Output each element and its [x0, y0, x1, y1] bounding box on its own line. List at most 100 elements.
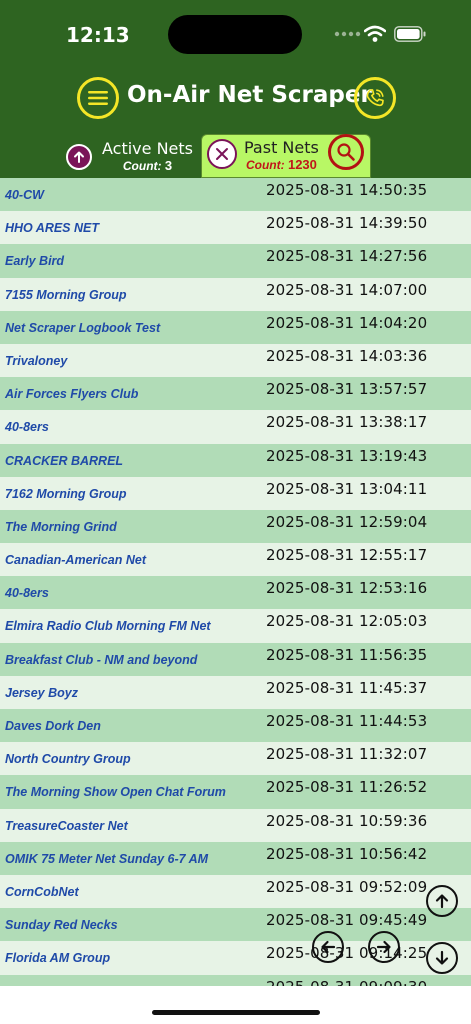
- net-time: 2025-08-31 14:27:56: [266, 247, 428, 266]
- bottom-safe-area: [0, 986, 471, 1024]
- tab-label-past: Past Nets: [244, 138, 319, 157]
- net-name: Early Bird: [5, 254, 65, 269]
- hamburger-menu-icon: [88, 91, 108, 105]
- net-time: 2025-08-31 09:09:30: [266, 978, 427, 987]
- phone-call-icon: [366, 89, 384, 107]
- net-time: 2025-08-31 10:59:36: [266, 811, 428, 830]
- scroll-down-button[interactable]: [426, 942, 458, 974]
- net-time: 2025-08-31 09:45:49: [266, 911, 428, 930]
- net-name: HHO ARES NET: [5, 221, 99, 236]
- net-row[interactable]: CRACKER BARREL 2025-08-31 13:19:43: [0, 443, 471, 477]
- net-name: The Morning Show Open Chat Forum: [5, 785, 226, 800]
- scroll-up-button[interactable]: [426, 885, 458, 917]
- net-row[interactable]: The Morning Grind 2025-08-31 12:59:04: [0, 509, 471, 544]
- net-row[interactable]: CornCobNet 2025-08-31 09:52:09: [0, 874, 471, 909]
- net-row[interactable]: TreasureCoaster Net 2025-08-31 10:59:36: [0, 808, 471, 842]
- net-row[interactable]: The Morning Show Open Chat Forum 2025-08-…: [0, 775, 471, 809]
- net-row[interactable]: Breakfast Club - NM and beyond 2025-08-31…: [0, 642, 471, 676]
- net-name: The Morning Grind: [5, 519, 117, 534]
- net-name: TreasureCoaster Net: [5, 818, 128, 833]
- net-time: 2025-08-31 14:07:00: [266, 280, 428, 299]
- arrow-right-circle-icon: [376, 940, 391, 954]
- next-button[interactable]: [368, 931, 400, 963]
- net-time: 2025-08-31 14:50:35: [266, 181, 428, 199]
- net-name: 40-8ers: [5, 420, 49, 435]
- net-row[interactable]: Jersey Boyz 2025-08-31 11:45:37: [0, 675, 471, 709]
- net-time: 2025-08-31 09:52:09: [266, 877, 428, 896]
- home-indicator[interactable]: [152, 1010, 320, 1015]
- net-row[interactable]: 40-8ers 2025-08-31 12:53:16: [0, 576, 471, 610]
- tab-active-nets[interactable]: Active Nets Count: 3: [66, 137, 196, 177]
- past-count: Count: 1230: [245, 157, 317, 172]
- net-row[interactable]: Canadian-American Net 2025-08-31 12:55:17: [0, 543, 471, 577]
- net-time: 2025-08-31 11:45:37: [266, 678, 428, 697]
- net-name: 40-CW: [5, 188, 44, 202]
- net-time: 2025-08-31 13:04:11: [266, 479, 428, 498]
- net-time: 2025-08-31 14:03:36: [266, 346, 428, 365]
- net-row[interactable]: Air Forces Flyers Club 2025-08-31 13:57:5…: [0, 377, 471, 411]
- net-row[interactable]: Early Bird 2025-08-31 14:27:56: [0, 244, 471, 278]
- active-count: Count: 3: [122, 158, 173, 173]
- past-nets-list[interactable]: 40-CW 2025-08-31 14:50:35 HHO ARES NET 2025…: [0, 178, 471, 986]
- net-row[interactable]: 40-8ers 2025-08-31 13:38:17: [0, 410, 471, 444]
- net-row[interactable]: 40-CW 2025-08-31 14:50:35: [0, 178, 471, 212]
- search-icon: [337, 143, 355, 161]
- net-time: 2025-08-31 12:53:16: [266, 579, 428, 598]
- app-header: 12:13 On-Air Net Scraper Active Nets Cou…: [0, 0, 471, 178]
- net-time: 2025-08-31 11:32:07: [266, 745, 428, 764]
- net-name: Trivaloney: [5, 353, 68, 368]
- net-row[interactable]: THE BEFORE BREAKFAST CLUB2025-08-31 09:0…: [0, 974, 471, 987]
- net-row[interactable]: North Country Group 2025-08-31 11:32:07: [0, 742, 471, 776]
- net-time: 2025-08-31 14:04:20: [266, 313, 428, 332]
- net-row[interactable]: 7155 Morning Group 2025-08-31 14:07:00: [0, 277, 471, 311]
- net-name: 7155 Morning Group: [5, 287, 127, 302]
- arrow-down-circle-icon: [435, 950, 449, 965]
- cellular-signal-icon: [334, 31, 361, 37]
- net-time: 2025-08-31 11:44:53: [266, 712, 428, 730]
- search-button[interactable]: [328, 134, 364, 170]
- net-name: 40-8ers: [5, 586, 49, 601]
- net-time: 2025-08-31 11:26:52: [266, 778, 428, 797]
- close-icon[interactable]: [207, 139, 237, 169]
- net-name: Breakfast Club - NM and beyond: [5, 652, 198, 667]
- arrow-up-icon: [66, 144, 92, 170]
- previous-button[interactable]: [312, 931, 344, 963]
- net-time: 2025-08-31 14:39:50: [266, 214, 428, 233]
- dynamic-island: [168, 15, 302, 54]
- net-name: 7162 Morning Group: [5, 486, 127, 501]
- phone-button[interactable]: [354, 77, 396, 119]
- app-title: On-Air Net Scraper: [127, 82, 372, 108]
- net-time: 2025-08-31 13:57:57: [266, 380, 428, 399]
- net-name: North Country Group: [5, 752, 131, 767]
- net-row[interactable]: Florida AM Group 2025-08-31 09:14:25: [0, 941, 471, 975]
- net-row[interactable]: Elmira Radio Club Morning FM Net 2025-08-…: [0, 609, 471, 643]
- net-name: OMIK 75 Meter Net Sunday 6-7 AM: [5, 851, 209, 866]
- net-row[interactable]: Sunday Red Necks 2025-08-31 09:45:49: [0, 908, 471, 942]
- arrow-left-circle-icon: [321, 940, 336, 954]
- battery-icon: [394, 26, 426, 42]
- wifi-icon: [364, 25, 386, 42]
- net-time: 2025-08-31 13:19:43: [266, 446, 428, 465]
- net-row[interactable]: OMIK 75 Meter Net Sunday 6-7 AM 2025-08-3…: [0, 841, 471, 875]
- net-time: 2025-08-31 11:56:35: [266, 645, 428, 664]
- net-time: 2025-08-31 12:05:03: [266, 612, 428, 631]
- net-time: 2025-08-31 12:55:17: [266, 546, 428, 565]
- menu-button[interactable]: [77, 77, 119, 119]
- net-row[interactable]: 7162 Morning Group 2025-08-31 13:04:11: [0, 476, 471, 510]
- net-row[interactable]: HHO ARES NET 2025-08-31 14:39:50: [0, 211, 471, 245]
- arrow-up-circle-icon: [435, 894, 449, 909]
- net-row[interactable]: Daves Dork Den 2025-08-31 11:44:53: [0, 709, 471, 743]
- net-name: Florida AM Group: [5, 951, 111, 966]
- net-row[interactable]: Trivaloney 2025-08-31 14:03:36: [0, 343, 471, 378]
- net-name: Jersey Boyz: [5, 685, 78, 700]
- net-time: 2025-08-31 12:59:04: [266, 512, 428, 531]
- tab-label-active: Active Nets: [102, 139, 193, 158]
- net-name: Daves Dork Den: [5, 719, 101, 733]
- net-time: 2025-08-31 10:56:42: [266, 844, 428, 863]
- net-name: Net Scraper Logbook Test: [5, 320, 161, 335]
- net-name: CRACKER BARREL: [5, 453, 124, 468]
- net-time: 2025-08-31 13:38:17: [266, 413, 428, 432]
- net-name: Canadian-American Net: [5, 553, 147, 568]
- net-row[interactable]: Net Scraper Logbook Test 2025-08-31 14:04…: [0, 310, 471, 344]
- status-time: 12:13: [66, 23, 130, 47]
